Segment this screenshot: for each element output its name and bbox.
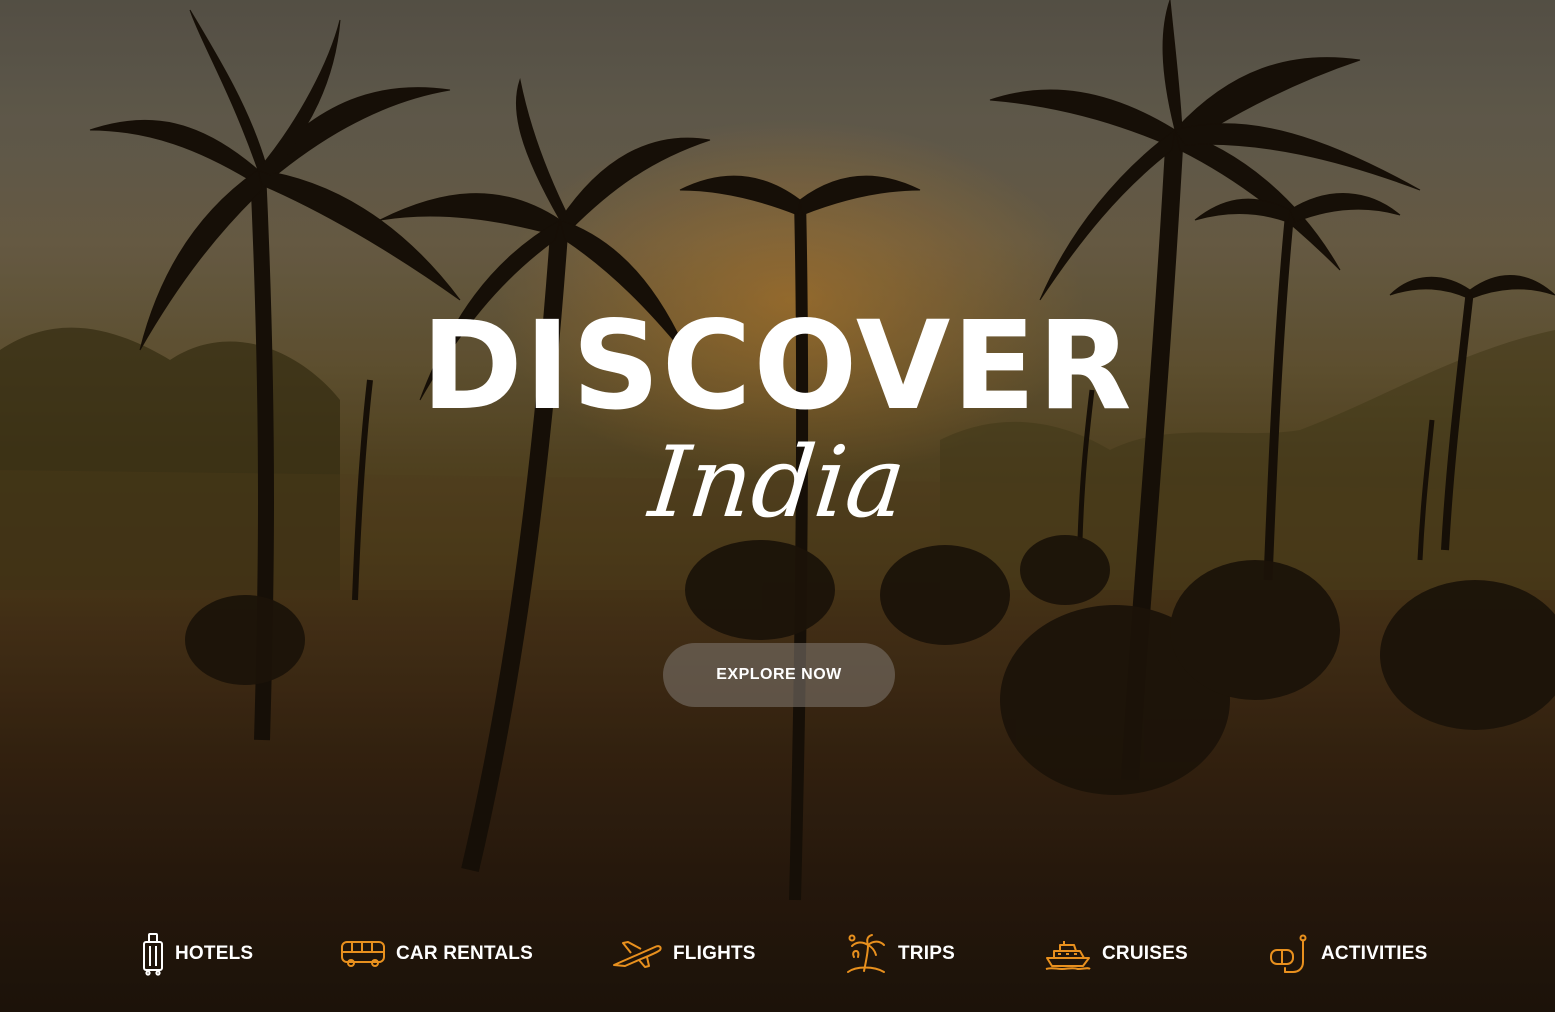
luggage-icon: [141, 932, 165, 976]
category-label: TRIPS: [898, 943, 955, 964]
category-flights[interactable]: FLIGHTS: [611, 926, 756, 982]
explore-now-button[interactable]: EXPLORE NOW: [663, 643, 895, 707]
category-nav: HOTELS CAR RENTALS FLIGHTS TRIPS CRUISES…: [0, 926, 1555, 982]
category-label: CRUISES: [1102, 943, 1188, 964]
hero-title: DISCOVER: [421, 295, 1134, 437]
hero-subtitle: India: [644, 426, 911, 540]
hero-section: DISCOVER India EXPLORE NOW HOTELS CAR RE…: [0, 0, 1555, 1012]
category-label: HOTELS: [175, 943, 254, 964]
category-activities[interactable]: ACTIVITIES: [1269, 926, 1428, 982]
category-car-rentals[interactable]: CAR RENTALS: [340, 926, 533, 982]
category-trips[interactable]: TRIPS: [844, 926, 955, 982]
category-label: ACTIVITIES: [1321, 943, 1428, 964]
palm-island-icon: [844, 933, 888, 975]
category-cruises[interactable]: CRUISES: [1044, 926, 1188, 982]
bus-icon: [340, 939, 386, 969]
category-label: CAR RENTALS: [396, 943, 533, 964]
category-hotels[interactable]: HOTELS: [141, 926, 253, 982]
ship-icon: [1044, 938, 1092, 970]
hero-headline: DISCOVER India: [0, 295, 1555, 540]
airplane-icon: [611, 939, 663, 969]
snorkel-icon: [1269, 934, 1311, 974]
category-label: FLIGHTS: [673, 943, 756, 964]
